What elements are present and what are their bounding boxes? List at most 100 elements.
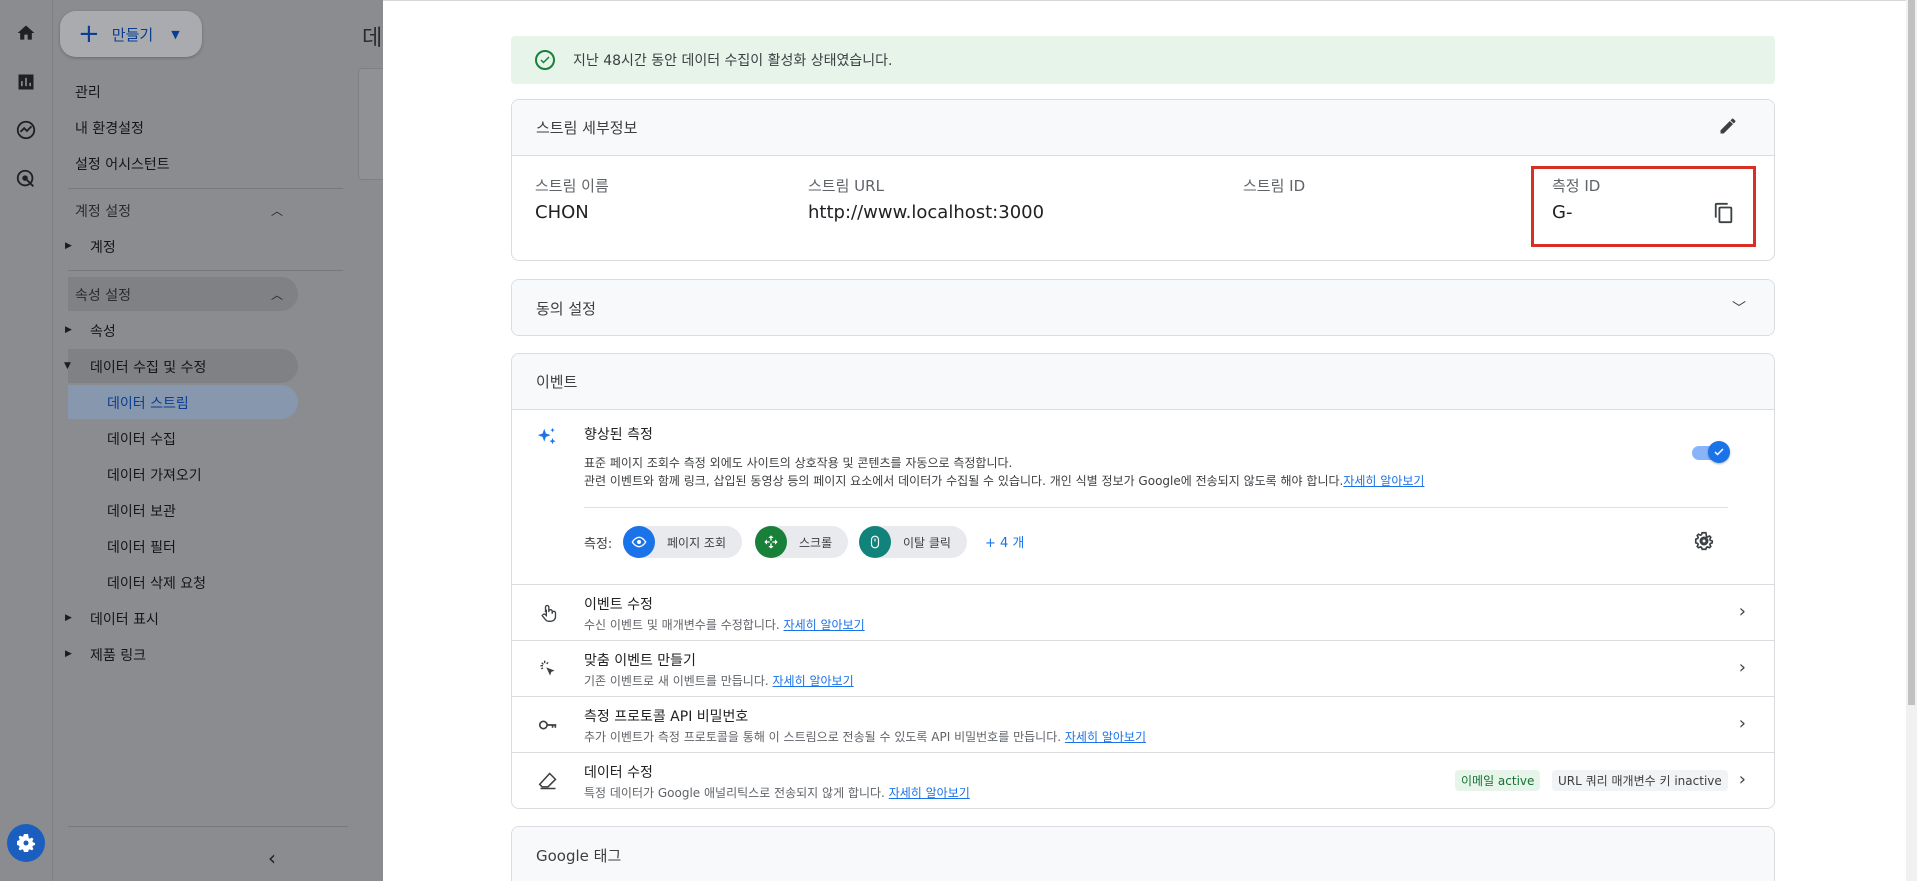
eraser-icon — [536, 769, 560, 793]
nav-item-data-collect[interactable]: 데이터 수집 — [107, 429, 176, 449]
nav-item-data-collection[interactable]: 데이터 수집 및 수정 — [90, 357, 206, 377]
chip-page-view[interactable]: 페이지 조회 — [623, 526, 743, 558]
google-tag-header: Google 태그 — [512, 827, 1774, 881]
event-row-api-secrets[interactable]: 측정 프로토콜 API 비밀번호 추가 이벤트가 측정 프로토콜을 통해 이 스… — [512, 696, 1774, 752]
property-section-header[interactable]: 속성 설정 — [75, 285, 131, 305]
reports-icon[interactable] — [10, 66, 42, 98]
chevron-right-icon[interactable]: › — [1739, 769, 1746, 790]
row-desc: 수신 이벤트 및 매개변수를 수정합니다. 자세히 알아보기 — [584, 618, 865, 632]
nav-item-data-streams[interactable]: 데이터 스트림 — [107, 393, 189, 413]
stream-details-drawer: 지난 48시간 동안 데이터 수집이 활성화 상태였습니다. 스트림 세부정보 … — [383, 0, 1917, 881]
expand-arrow-icon[interactable]: ▶ — [65, 649, 72, 659]
mouse-icon — [859, 526, 891, 558]
admin-gear-icon[interactable] — [7, 824, 45, 862]
events-card: 이벤트 향상된 측정 표준 페이지 조회수 측정 외에도 사이트의 상호작용 및… — [511, 353, 1775, 809]
events-header: 이벤트 — [512, 354, 1774, 410]
enhanced-measurement-desc-2: 관련 이벤트와 함께 링크, 삽입된 동영상 등의 페이지 요소에서 데이터가 … — [584, 472, 1424, 489]
banner-text: 지난 48시간 동안 데이터 수집이 활성화 상태였습니다. — [573, 53, 893, 69]
learn-more-link[interactable]: 자세히 알아보기 — [1065, 730, 1146, 744]
chevron-right-icon[interactable]: › — [1739, 713, 1746, 734]
nav-item-setup-assistant[interactable]: 설정 어시스턴트 — [75, 154, 170, 174]
chevron-down-icon[interactable]: ﹀ — [1732, 298, 1746, 318]
check-circle-icon — [535, 50, 555, 70]
stream-url-label: 스트림 URL — [808, 177, 884, 195]
collapse-nav-icon[interactable]: ‹ — [268, 846, 276, 870]
create-button[interactable]: + 만들기 ▼ — [60, 11, 202, 57]
google-tag-card: Google 태그 — [511, 826, 1775, 881]
learn-more-link[interactable]: 자세히 알아보기 — [773, 674, 854, 688]
row-title: 데이터 수정 — [584, 765, 653, 781]
enhanced-measurement-desc-1: 표준 페이지 조회수 측정 외에도 사이트의 상호작용 및 콘텐츠를 자동으로 … — [584, 456, 1013, 470]
event-row-modify[interactable]: 이벤트 수정 수신 이벤트 및 매개변수를 수정합니다. 자세히 알아보기 › — [512, 584, 1774, 640]
consent-settings-title: 동의 설정 — [536, 299, 596, 318]
stream-details-title: 스트림 세부정보 — [536, 119, 638, 137]
chevron-right-icon[interactable]: › — [1739, 601, 1746, 622]
nav-item-admin[interactable]: 관리 — [75, 82, 101, 102]
collapse-arrow-icon[interactable]: ▼ — [64, 361, 71, 371]
chip-label: 페이지 조회 — [667, 535, 727, 550]
background-page-title: 데 — [362, 26, 383, 51]
chip-outbound-click[interactable]: 이탈 클릭 — [859, 526, 967, 558]
event-row-redaction[interactable]: 데이터 수정 특정 데이터가 Google 애널리틱스로 전송되지 않게 합니다… — [512, 752, 1774, 808]
chevron-up-icon[interactable]: ︿ — [271, 286, 283, 303]
row-title: 측정 프로토콜 API 비밀번호 — [584, 709, 749, 725]
chip-scroll[interactable]: 스크롤 — [755, 526, 849, 558]
explore-icon[interactable] — [10, 114, 42, 146]
row-title: 이벤트 수정 — [584, 597, 653, 613]
nav-divider — [68, 270, 343, 271]
google-tag-title: Google 태그 — [536, 846, 622, 865]
row-desc: 추가 이벤트가 측정 프로토콜을 통해 이 스트림으로 전송될 수 있도록 AP… — [584, 730, 1146, 744]
stream-id-label: 스트림 ID — [1243, 177, 1306, 195]
home-icon[interactable] — [10, 17, 42, 49]
learn-more-link[interactable]: 자세히 알아보기 — [784, 618, 865, 632]
more-chips-link[interactable]: + 4 개 — [985, 532, 1024, 551]
stream-details-header: 스트림 세부정보 — [512, 100, 1774, 156]
nav-item-data-display[interactable]: 데이터 표시 — [90, 609, 159, 629]
nav-item-product-links[interactable]: 제품 링크 — [90, 645, 146, 665]
key-icon — [536, 713, 560, 737]
nav-divider — [68, 188, 343, 189]
check-icon — [1708, 441, 1730, 463]
event-row-create[interactable]: 맞춤 이벤트 만들기 기존 이벤트로 새 이벤트를 만듭니다. 자세히 알아보기… — [512, 640, 1774, 696]
account-section-header[interactable]: 계정 설정 — [75, 201, 131, 221]
nav-item-account[interactable]: 계정 — [90, 237, 116, 257]
measurement-id-highlight — [1531, 166, 1756, 247]
learn-more-link[interactable]: 자세히 알아보기 — [889, 786, 970, 800]
desc-2-text: 관련 이벤트와 함께 링크, 삽입된 동영상 등의 페이지 요소에서 데이터가 … — [584, 474, 1344, 488]
nav-item-data-retention[interactable]: 데이터 보관 — [107, 501, 176, 521]
edit-pencil-icon[interactable] — [1718, 116, 1738, 140]
eye-icon — [623, 526, 655, 558]
nav-item-data-deletion[interactable]: 데이터 삭제 요청 — [107, 573, 206, 593]
nav-item-data-import[interactable]: 데이터 가져오기 — [107, 465, 202, 485]
scrollbar[interactable] — [1906, 0, 1917, 881]
sparkle-icon — [536, 426, 558, 452]
expand-arrow-icon[interactable]: ▶ — [65, 613, 72, 623]
advertising-icon[interactable] — [10, 163, 42, 195]
consent-settings-header[interactable]: 동의 설정 ﹀ — [512, 280, 1774, 335]
expand-arrow-icon[interactable]: ▶ — [65, 241, 72, 251]
sparkle-cursor-icon — [536, 657, 560, 681]
drawer-top-border — [383, 0, 1917, 3]
chevron-right-icon[interactable]: › — [1739, 657, 1746, 678]
scrollbar-thumb[interactable] — [1908, 0, 1915, 705]
stream-url-value: http://www.localhost:3000 — [808, 202, 1045, 223]
learn-more-link[interactable]: 자세히 알아보기 — [1343, 474, 1424, 488]
nav-item-property[interactable]: 속성 — [90, 321, 116, 341]
scroll-arrows-icon — [755, 526, 787, 558]
data-collection-banner: 지난 48시간 동안 데이터 수집이 활성화 상태였습니다. — [511, 36, 1775, 84]
chevron-up-icon[interactable]: ︿ — [271, 202, 283, 219]
chip-label: 스크롤 — [799, 535, 833, 550]
enhanced-measurement-toggle[interactable] — [1692, 441, 1730, 463]
url-query-status-badge: URL 쿼리 매개변수 키 inactive — [1552, 770, 1728, 791]
nav-item-preferences[interactable]: 내 환경설정 — [75, 118, 144, 138]
admin-nav-panel: + 만들기 ▼ 관리 내 환경설정 설정 어시스턴트 계정 설정 ︿ ▶ 계정 … — [53, 0, 383, 881]
caret-down-icon: ▼ — [171, 27, 180, 41]
stream-name-label: 스트림 이름 — [535, 177, 609, 195]
consent-settings-card[interactable]: 동의 설정 ﹀ — [511, 279, 1775, 336]
expand-arrow-icon[interactable]: ▶ — [65, 325, 72, 335]
stream-name-value: CHON — [535, 202, 589, 223]
touch-icon — [536, 601, 560, 625]
plus-icon: + — [78, 19, 100, 49]
enhanced-settings-gear-icon[interactable] — [1693, 530, 1715, 556]
nav-item-data-filters[interactable]: 데이터 필터 — [107, 537, 176, 557]
